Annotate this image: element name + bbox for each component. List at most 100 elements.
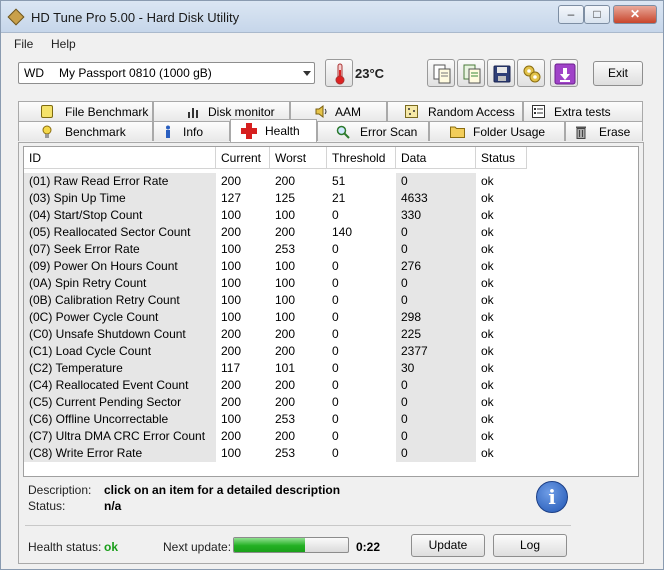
table-row[interactable]: (0A) Spin Retry Count 100 100 0 0 ok (24, 275, 524, 292)
table-cell: 125 (275, 191, 296, 205)
table-cell: (C0) Unsafe Shutdown Count (24, 326, 216, 343)
table-cell: 330 (396, 207, 476, 224)
table-cell: ok (481, 446, 494, 460)
table-cell: 200 (275, 225, 296, 239)
table-cell: 0 (396, 377, 476, 394)
table-row[interactable]: (01) Raw Read Error Rate 200 200 51 0 ok (24, 173, 524, 190)
options-icon (523, 65, 541, 83)
table-row[interactable]: (C8) Write Error Rate 100 253 0 0 ok (24, 445, 524, 462)
tab-erase[interactable]: Erase (565, 121, 643, 141)
tab-label: Info (183, 125, 204, 139)
table-row[interactable]: (C6) Offline Uncorrectable 100 253 0 0 ok (24, 411, 524, 428)
table-row[interactable]: (C0) Unsafe Shutdown Count 200 200 0 225 ok (24, 326, 524, 343)
table-cell: (03) Spin Up Time (24, 190, 216, 207)
table-cell: 100 (221, 293, 242, 307)
description-label: Description: (28, 483, 92, 497)
table-cell: (0B) Calibration Retry Count (24, 292, 216, 309)
copy-icon (433, 64, 451, 84)
file-benchmark-icon (41, 105, 53, 118)
menu-file[interactable]: File (14, 37, 33, 51)
column-header-current[interactable]: Current (216, 147, 270, 169)
tab-error-scan[interactable]: Error Scan (317, 121, 429, 141)
download-button[interactable] (550, 59, 578, 87)
temperature-readout: 23°C (355, 66, 385, 81)
update-button[interactable]: Update (411, 534, 485, 557)
close-button[interactable]: ✕ (613, 5, 657, 24)
table-cell: ok (481, 310, 494, 324)
speaker-icon (315, 105, 327, 118)
table-row[interactable]: (09) Power On Hours Count 100 100 0 276 ok (24, 258, 524, 275)
temperature-button[interactable] (325, 59, 353, 87)
table-cell: ok (481, 208, 494, 222)
copy-all-icon (463, 64, 481, 84)
column-header-data[interactable]: Data (396, 147, 476, 169)
table-row[interactable]: (C7) Ultra DMA CRC Error Count 200 200 0 0 ok (24, 428, 524, 445)
table-cell: 140 (332, 225, 353, 239)
save-button[interactable] (487, 59, 515, 87)
minimize-button[interactable]: ‒ (558, 5, 584, 24)
disk-monitor-icon (187, 105, 199, 118)
table-cell: ok (481, 344, 494, 358)
tab-benchmark[interactable]: Benchmark (18, 121, 153, 141)
exit-button[interactable]: Exit (593, 61, 643, 86)
table-row[interactable]: (0B) Calibration Retry Count 100 100 0 0 ok (24, 292, 524, 309)
table-row[interactable]: (0C) Power Cycle Count 100 100 0 298 ok (24, 309, 524, 326)
table-cell: (C8) Write Error Rate (24, 445, 216, 462)
status-label: Status: (28, 499, 66, 513)
extra-tests-icon (532, 105, 545, 118)
table-cell: 0 (396, 411, 476, 428)
copy-button[interactable] (427, 59, 455, 87)
table-row[interactable]: (07) Seek Error Rate 100 253 0 0 ok (24, 241, 524, 258)
table-cell: 0 (332, 412, 339, 426)
table-row[interactable]: (C4) Reallocated Event Count 200 200 0 0 ok (24, 377, 524, 394)
random-access-icon (405, 105, 418, 118)
column-header-id[interactable]: ID (24, 147, 216, 169)
table-cell: 253 (275, 446, 296, 460)
tab-aam[interactable]: AAM (290, 101, 387, 121)
description-value: click on an item for a detailed descript… (104, 483, 341, 497)
tab-label: Benchmark (65, 125, 126, 139)
tab-disk-monitor[interactable]: Disk monitor (153, 101, 290, 121)
table-cell: 200 (275, 395, 296, 409)
table-row[interactable]: (C5) Current Pending Sector 200 200 0 0 ok (24, 394, 524, 411)
info-icon[interactable]: i (536, 481, 568, 513)
drive-select[interactable]: WD My Passport 0810 (1000 gB) (18, 62, 315, 84)
table-row[interactable]: (04) Start/Stop Count 100 100 0 330 ok (24, 207, 524, 224)
table-cell: 0 (332, 395, 339, 409)
log-button[interactable]: Log (493, 534, 567, 557)
health-panel: ID Current Worst Threshold Data Status (… (18, 142, 644, 564)
smart-table[interactable]: ID Current Worst Threshold Data Status (… (23, 146, 639, 477)
table-cell: ok (481, 174, 494, 188)
copy-all-button[interactable] (457, 59, 485, 87)
maximize-button[interactable]: □ (584, 5, 610, 24)
tab-random-access[interactable]: Random Access (387, 101, 523, 121)
table-cell: 0 (332, 208, 339, 222)
table-cell: 100 (275, 310, 296, 324)
tab-folder-usage[interactable]: Folder Usage (429, 121, 565, 141)
tab-health[interactable]: Health (230, 119, 317, 142)
table-cell: 0 (332, 259, 339, 273)
table-row[interactable]: (05) Reallocated Sector Count 200 200 140 0 o… (24, 224, 524, 241)
table-cell: 0 (396, 428, 476, 445)
table-cell: (09) Power On Hours Count (24, 258, 216, 275)
menu-help[interactable]: Help (51, 37, 76, 51)
tab-info[interactable]: Info (153, 121, 230, 141)
table-cell: 0 (396, 173, 476, 190)
options-button[interactable] (517, 59, 545, 87)
tab-extra-tests[interactable]: Extra tests (523, 101, 643, 121)
tab-label: AAM (335, 105, 362, 119)
table-cell: ok (481, 429, 494, 443)
benchmark-icon (41, 125, 53, 138)
table-row[interactable]: (C1) Load Cycle Count 200 200 0 2377 ok (24, 343, 524, 360)
table-cell: 117 (221, 361, 241, 375)
column-header-status[interactable]: Status (476, 147, 527, 169)
column-header-threshold[interactable]: Threshold (327, 147, 396, 169)
table-cell: (01) Raw Read Error Rate (24, 173, 216, 190)
column-header-worst[interactable]: Worst (270, 147, 327, 169)
tab-file-benchmark[interactable]: File Benchmark (18, 101, 153, 121)
table-cell: 0 (332, 293, 339, 307)
table-cell: 0 (396, 241, 476, 258)
table-row[interactable]: (03) Spin Up Time 127 125 21 4633 ok (24, 190, 524, 207)
table-cell: 200 (275, 327, 296, 341)
table-row[interactable]: (C2) Temperature 117 101 0 30 ok (24, 360, 524, 377)
